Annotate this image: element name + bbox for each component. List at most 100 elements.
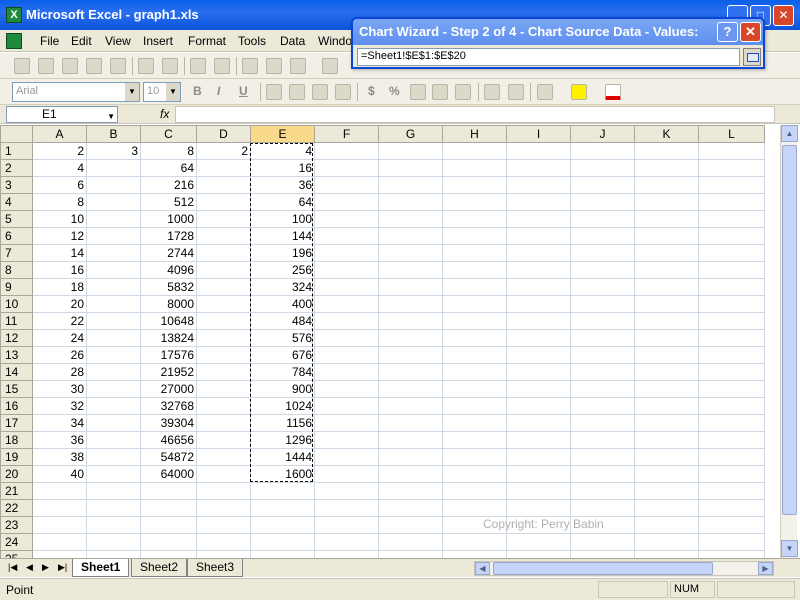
cell-b19[interactable]: [86, 448, 141, 466]
cell-j15[interactable]: [570, 380, 635, 398]
cell-l6[interactable]: [698, 227, 765, 245]
function-icon[interactable]: fx: [160, 107, 169, 121]
column-header-j[interactable]: J: [570, 125, 635, 143]
cell-k22[interactable]: [634, 499, 699, 517]
menu-data[interactable]: Data: [280, 34, 305, 48]
expand-dialog-icon[interactable]: [743, 48, 761, 66]
cell-i22[interactable]: [506, 499, 571, 517]
copy-icon[interactable]: [266, 58, 282, 74]
cell-g17[interactable]: [378, 414, 443, 432]
cell-g12[interactable]: [378, 329, 443, 347]
formula-input[interactable]: [175, 106, 775, 123]
cell-a11[interactable]: 22: [32, 312, 87, 330]
borders-icon[interactable]: [537, 84, 553, 100]
row-header[interactable]: 25: [0, 550, 33, 558]
cell-k25[interactable]: [634, 550, 699, 558]
row-header[interactable]: 23: [0, 516, 33, 534]
cell-i5[interactable]: [506, 210, 571, 228]
cell-c13[interactable]: 17576: [140, 346, 197, 364]
cell-l15[interactable]: [698, 380, 765, 398]
cell-b6[interactable]: [86, 227, 141, 245]
cell-j19[interactable]: [570, 448, 635, 466]
cell-c20[interactable]: 64000: [140, 465, 197, 483]
cell-f9[interactable]: [314, 278, 379, 296]
cell-l17[interactable]: [698, 414, 765, 432]
cut-icon[interactable]: [242, 58, 258, 74]
cell-c1[interactable]: 8: [140, 142, 197, 160]
vertical-scrollbar[interactable]: ▲ ▼: [780, 125, 798, 558]
cell-e7[interactable]: 196: [250, 244, 315, 262]
cell-g6[interactable]: [378, 227, 443, 245]
paste-icon[interactable]: [290, 58, 306, 74]
cell-a23[interactable]: [32, 516, 87, 534]
cell-l23[interactable]: [698, 516, 765, 534]
cell-j13[interactable]: [570, 346, 635, 364]
cell-i13[interactable]: [506, 346, 571, 364]
cell-a13[interactable]: 26: [32, 346, 87, 364]
cell-j10[interactable]: [570, 295, 635, 313]
cell-e23[interactable]: [250, 516, 315, 534]
cell-e20[interactable]: 1600: [250, 465, 315, 483]
cell-g14[interactable]: [378, 363, 443, 381]
italic-button[interactable]: I: [217, 84, 220, 98]
cell-l7[interactable]: [698, 244, 765, 262]
cell-k14[interactable]: [634, 363, 699, 381]
workbook-icon[interactable]: [6, 33, 22, 49]
cell-g5[interactable]: [378, 210, 443, 228]
cell-c2[interactable]: 64: [140, 159, 197, 177]
cell-d10[interactable]: [196, 295, 251, 313]
cell-d13[interactable]: [196, 346, 251, 364]
cell-f24[interactable]: [314, 533, 379, 551]
cell-k16[interactable]: [634, 397, 699, 415]
row-header[interactable]: 9: [0, 278, 33, 296]
cell-a4[interactable]: 8: [32, 193, 87, 211]
cell-j5[interactable]: [570, 210, 635, 228]
prev-sheet-icon[interactable]: ◀: [26, 562, 33, 573]
cell-e19[interactable]: 1444: [250, 448, 315, 466]
close-button[interactable]: ✕: [773, 5, 794, 26]
email-icon[interactable]: [110, 58, 126, 74]
cell-i21[interactable]: [506, 482, 571, 500]
cell-j20[interactable]: [570, 465, 635, 483]
scroll-left-icon[interactable]: ◀: [475, 562, 490, 575]
cell-e24[interactable]: [250, 533, 315, 551]
cell-h8[interactable]: [442, 261, 507, 279]
cell-h15[interactable]: [442, 380, 507, 398]
cell-c4[interactable]: 512: [140, 193, 197, 211]
menu-edit[interactable]: Edit: [71, 34, 92, 48]
cell-d7[interactable]: [196, 244, 251, 262]
comma-style-icon[interactable]: [410, 84, 426, 100]
cell-i4[interactable]: [506, 193, 571, 211]
cell-d23[interactable]: [196, 516, 251, 534]
tab-sheet2[interactable]: Sheet2: [131, 559, 188, 577]
cell-d8[interactable]: [196, 261, 251, 279]
cell-l25[interactable]: [698, 550, 765, 558]
cell-e18[interactable]: 1296: [250, 431, 315, 449]
dialog-close-button[interactable]: ✕: [740, 22, 761, 42]
cell-a18[interactable]: 36: [32, 431, 87, 449]
cell-h21[interactable]: [442, 482, 507, 500]
cell-c24[interactable]: [140, 533, 197, 551]
cell-j21[interactable]: [570, 482, 635, 500]
cell-g23[interactable]: [378, 516, 443, 534]
row-header[interactable]: 3: [0, 176, 33, 194]
cell-g18[interactable]: [378, 431, 443, 449]
cell-b22[interactable]: [86, 499, 141, 517]
cell-e3[interactable]: 36: [250, 176, 315, 194]
cell-b1[interactable]: 3: [86, 142, 141, 160]
row-header[interactable]: 17: [0, 414, 33, 432]
vertical-scroll-thumb[interactable]: [782, 145, 797, 515]
spelling-icon[interactable]: [190, 58, 206, 74]
align-center-icon[interactable]: [289, 84, 305, 100]
font-color-icon[interactable]: [605, 84, 621, 100]
cell-b4[interactable]: [86, 193, 141, 211]
cell-e11[interactable]: 484: [250, 312, 315, 330]
cell-i12[interactable]: [506, 329, 571, 347]
cell-k1[interactable]: [634, 142, 699, 160]
cell-i15[interactable]: [506, 380, 571, 398]
cell-c11[interactable]: 10648: [140, 312, 197, 330]
cell-d4[interactable]: [196, 193, 251, 211]
cell-f23[interactable]: [314, 516, 379, 534]
cell-a3[interactable]: 6: [32, 176, 87, 194]
cell-k21[interactable]: [634, 482, 699, 500]
